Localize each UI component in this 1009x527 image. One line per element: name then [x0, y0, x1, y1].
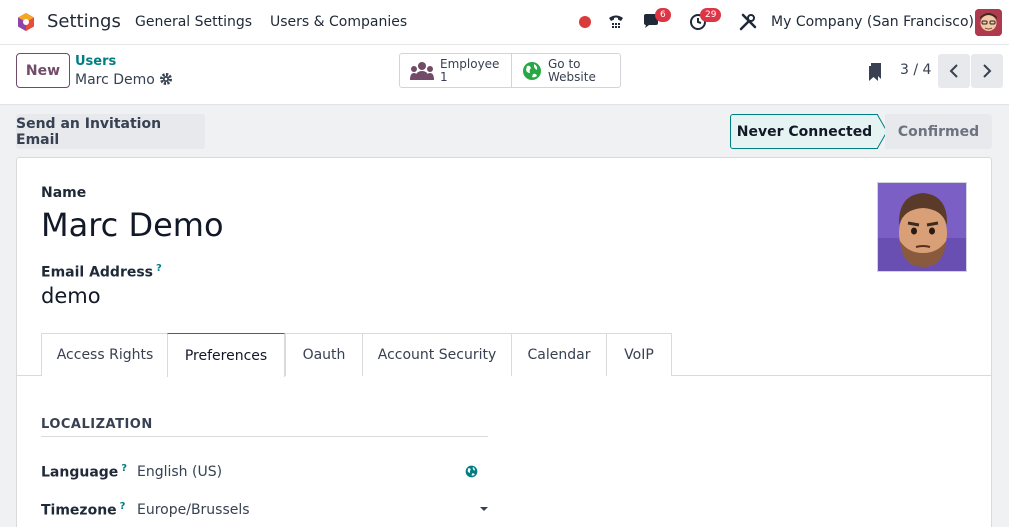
chevron-left-icon [949, 64, 958, 78]
menu-users-companies[interactable]: Users & Companies [270, 14, 407, 30]
section-divider [41, 436, 488, 437]
breadcrumb-users[interactable]: Users [75, 54, 116, 69]
user-avatar[interactable] [975, 9, 1002, 36]
language-help-icon[interactable]: ? [121, 463, 127, 474]
tab-preferences[interactable]: Preferences [167, 333, 285, 377]
language-label: Language? [41, 463, 128, 481]
section-localization: LOCALIZATION [41, 417, 153, 432]
website-label: Website [548, 69, 596, 84]
employee-smart-button[interactable]: Employee 1 [400, 54, 511, 87]
chat-icon[interactable]: 6 [641, 8, 671, 33]
tab-calendar[interactable]: Calendar [511, 333, 606, 376]
gear-icon[interactable] [159, 72, 173, 86]
phone-icon[interactable] [605, 11, 627, 33]
go-to-website-button[interactable]: Go to Website [511, 54, 620, 87]
email-label: Email Address? [41, 263, 162, 281]
email-help-icon[interactable]: ? [156, 263, 162, 274]
timezone-label: Timezone? [41, 501, 126, 519]
language-field[interactable]: English (US) [137, 464, 222, 480]
top-navbar: Settings General Settings Users & Compan… [0, 0, 1009, 45]
tab-access-rights[interactable]: Access Rights [41, 333, 168, 376]
menu-general-settings[interactable]: General Settings [135, 14, 252, 30]
name-label: Name [41, 185, 87, 201]
chevron-right-icon [983, 64, 992, 78]
company-switcher[interactable]: My Company (San Francisco) [771, 14, 974, 30]
pager-next-button[interactable] [971, 54, 1003, 88]
name-field[interactable]: Marc Demo [41, 206, 224, 244]
activity-clock-icon[interactable]: 29 [687, 8, 722, 33]
globe-icon [523, 61, 541, 80]
breadcrumb-current: Marc Demo [75, 72, 155, 88]
stage-confirmed[interactable]: Confirmed [885, 114, 992, 149]
new-button[interactable]: New [16, 53, 70, 88]
users-icon [410, 61, 434, 80]
timezone-help-icon[interactable]: ? [120, 501, 126, 512]
tab-voip[interactable]: VoIP [606, 333, 672, 376]
activity-badge: 29 [700, 8, 722, 22]
app-name[interactable]: Settings [47, 11, 121, 32]
employee-label: Employee [440, 56, 500, 71]
form-sheet: Name Marc Demo Email Address? demo Acces… [16, 157, 992, 527]
user-photo[interactable] [877, 182, 967, 272]
chevron-down-icon[interactable] [480, 507, 488, 511]
pager-value[interactable]: 3 / 4 [900, 62, 931, 78]
debug-tools-icon[interactable] [737, 11, 759, 33]
employee-count: 1 [440, 69, 448, 84]
chat-badge: 6 [655, 8, 671, 22]
control-panel: New Users Marc Demo Employee 1 Go to Web… [0, 45, 1009, 105]
email-field[interactable]: demo [41, 284, 101, 308]
settings-app-icon[interactable] [16, 12, 36, 32]
tab-oauth[interactable]: Oauth [285, 333, 362, 376]
language-globe-icon[interactable] [465, 465, 478, 478]
pager-previous-button[interactable] [938, 54, 970, 88]
notebook-tabs: Access Rights Preferences Oauth Account … [17, 333, 991, 377]
tab-account-security[interactable]: Account Security [362, 333, 511, 376]
go-to-label: Go to [548, 56, 581, 71]
stage-never-connected[interactable]: Never Connected [730, 114, 878, 149]
send-invitation-button[interactable]: Send an Invitation Email [16, 114, 205, 149]
bookmark-icon[interactable] [868, 62, 882, 82]
smart-buttons: Employee 1 Go to Website [399, 53, 621, 88]
timezone-field[interactable]: Europe/Brussels [137, 502, 250, 518]
status-dot-icon[interactable] [574, 11, 596, 33]
